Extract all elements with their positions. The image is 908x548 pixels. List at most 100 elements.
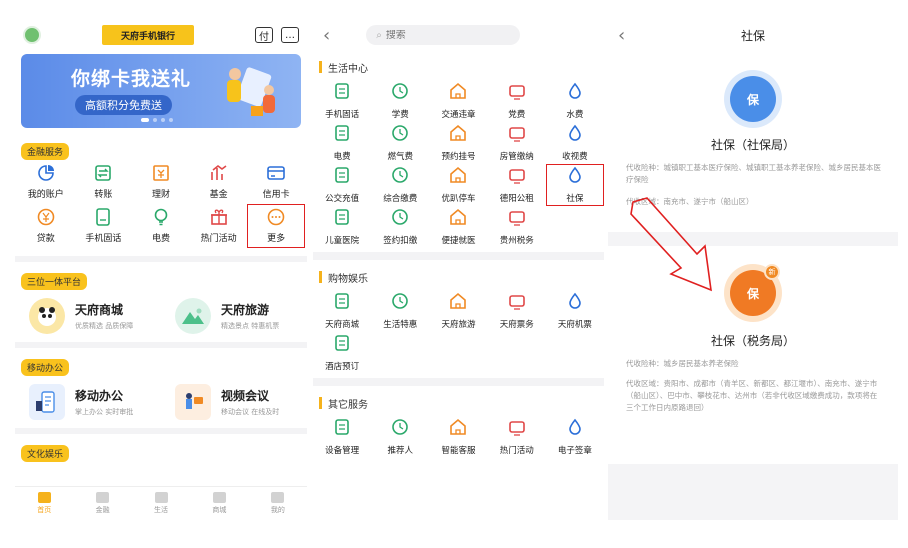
life-tab-icon — [154, 492, 168, 503]
pay-icon[interactable]: 付 — [255, 27, 273, 43]
service-label: 天府商城 — [325, 320, 360, 330]
service-item[interactable]: 党费 — [488, 80, 546, 122]
home-icon — [37, 492, 51, 503]
service-item[interactable]: 签约扣缴 — [371, 206, 429, 248]
service-item[interactable]: 电子签章 — [546, 416, 604, 458]
service-label: 设备管理 — [325, 446, 360, 456]
service-item[interactable]: 贵州税务 — [488, 206, 546, 248]
service-item[interactable]: 房管缴纳 — [488, 122, 546, 164]
more-icon — [267, 208, 285, 226]
gift-icon — [210, 209, 227, 225]
finance-item-transfer[interactable]: 转账 — [75, 160, 133, 204]
office-video[interactable]: 视频会议 移动会议 在线及时 — [161, 384, 307, 420]
tab-home[interactable]: 首页 — [15, 487, 73, 520]
service-item[interactable]: 预约挂号 — [429, 122, 487, 164]
ticket-icon — [449, 82, 467, 104]
loan-icon — [37, 208, 55, 226]
service-label: 德阳公租 — [499, 194, 534, 204]
home-icon — [508, 166, 526, 188]
coupon-icon — [391, 292, 409, 314]
service-item[interactable]: 儿童医院 — [313, 206, 371, 248]
shield-icon — [566, 166, 584, 188]
finance-item-label: 基金 — [209, 190, 228, 200]
finance-item-label: 理财 — [151, 190, 170, 200]
bag-icon — [333, 292, 351, 314]
finance-item-label: 转账 — [94, 190, 113, 200]
service-item[interactable]: 酒店预订 — [313, 332, 371, 374]
service-item[interactable]: 水费 — [546, 80, 604, 122]
tab-life[interactable]: 生活 — [132, 487, 190, 520]
flag-icon — [508, 82, 526, 104]
home-topbar: 天府手机银行 付 … — [15, 16, 307, 54]
message-icon[interactable]: … — [281, 27, 299, 43]
search-box[interactable]: ⌕ — [366, 25, 521, 45]
service-item[interactable]: 智能客服 — [429, 416, 487, 458]
service-item[interactable]: 热门活动 — [488, 416, 546, 458]
service-item[interactable]: 天府商城 — [313, 290, 371, 332]
platform-mall[interactable]: 天府商城 优质精选 品质保障 — [15, 298, 161, 334]
finance-item-activity[interactable]: 热门活动 — [190, 204, 248, 248]
service-item[interactable]: 手机固话 — [313, 80, 371, 122]
finance-item-more[interactable]: 更多 — [247, 204, 305, 248]
office-mobile[interactable]: 移动办公 掌上办公 实时审批 — [15, 384, 161, 420]
service-item[interactable]: 公交充值 — [313, 164, 371, 206]
finance-item-loan[interactable]: 贷款 — [17, 204, 75, 248]
service-item[interactable]: 便捷就医 — [429, 206, 487, 248]
service-label: 热门活动 — [499, 446, 534, 456]
tab-mine[interactable]: 我的 — [249, 487, 307, 520]
user-tab-icon — [271, 492, 285, 503]
back-icon[interactable]: ‹ — [323, 25, 330, 46]
contract-icon — [391, 208, 409, 230]
service-label: 预约挂号 — [441, 152, 476, 162]
service-item[interactable]: 学费 — [371, 80, 429, 122]
service-item[interactable]: 燃气费 — [371, 122, 429, 164]
finance-item-phone[interactable]: 手机固话 — [75, 204, 133, 248]
finance-item-wealth[interactable]: 理财 — [132, 160, 190, 204]
hospital-icon — [333, 208, 351, 230]
tab-label: 我的 — [270, 506, 285, 514]
promo-banner[interactable]: 你绑卡我送礼 高额积分免费送 — [21, 54, 301, 128]
option-types: 代收险种：城乡居民基本养老保险 — [626, 359, 739, 368]
search-input[interactable] — [385, 29, 486, 41]
power-icon[interactable] — [23, 26, 41, 44]
drop-icon — [566, 82, 584, 104]
service-label: 水费 — [566, 110, 584, 120]
section-tag-finance: 金融服务 — [21, 143, 70, 160]
platform-travel[interactable]: 天府旅游 精选景点 特惠机票 — [161, 298, 307, 334]
service-item[interactable]: 设备管理 — [313, 416, 371, 458]
service-item[interactable]: 综合缴费 — [371, 164, 429, 206]
section-shopping: 购物娱乐 — [313, 264, 604, 290]
service-item[interactable]: 天府旅游 — [429, 290, 487, 332]
service-item[interactable]: 社保 — [545, 164, 604, 206]
service-item[interactable]: 交通违章 — [429, 80, 487, 122]
tab-finance[interactable]: 金融 — [73, 487, 131, 520]
service-label: 房管缴纳 — [499, 152, 534, 162]
service-label: 天府机票 — [557, 320, 592, 330]
balloon-icon — [449, 292, 467, 314]
section-life: 生活中心 — [313, 54, 604, 80]
banner-pager[interactable] — [141, 118, 173, 122]
finance-item-electricity[interactable]: 电费 — [132, 204, 190, 248]
service-item[interactable]: 德阳公租 — [488, 164, 546, 206]
service-item[interactable]: 优趴停车 — [429, 164, 487, 206]
finance-item-fund[interactable]: 基金 — [190, 160, 248, 204]
service-label: 天府票务 — [499, 320, 534, 330]
hotel-icon — [333, 334, 351, 356]
service-item[interactable]: 推荐人 — [371, 416, 429, 458]
service-item[interactable]: 天府机票 — [546, 290, 604, 332]
service-item[interactable]: 天府票务 — [488, 290, 546, 332]
user-icon — [391, 418, 409, 440]
service-item[interactable]: 收视费 — [546, 122, 604, 164]
service-label: 优趴停车 — [441, 194, 476, 204]
life-grid: 手机固话 学费 交通违章 党费 水费电费 燃气费 预约挂号 房管缴纳 收视费公交充值 综合缴费 优趴… — [313, 80, 604, 248]
service-label: 综合缴费 — [383, 194, 418, 204]
tab-mall[interactable]: 商城 — [190, 487, 248, 520]
office-title: 视频会议 — [221, 389, 270, 403]
service-item[interactable]: 生活特惠 — [371, 290, 429, 332]
search-icon: ⌕ — [376, 29, 382, 41]
finance-tab-icon — [96, 492, 110, 503]
shebao-topbar: ‹ 社保 — [608, 16, 898, 54]
service-item[interactable]: 电费 — [313, 122, 371, 164]
finance-item-account[interactable]: 我的账户 — [17, 160, 75, 204]
finance-item-credit-card[interactable]: 信用卡 — [247, 160, 305, 204]
